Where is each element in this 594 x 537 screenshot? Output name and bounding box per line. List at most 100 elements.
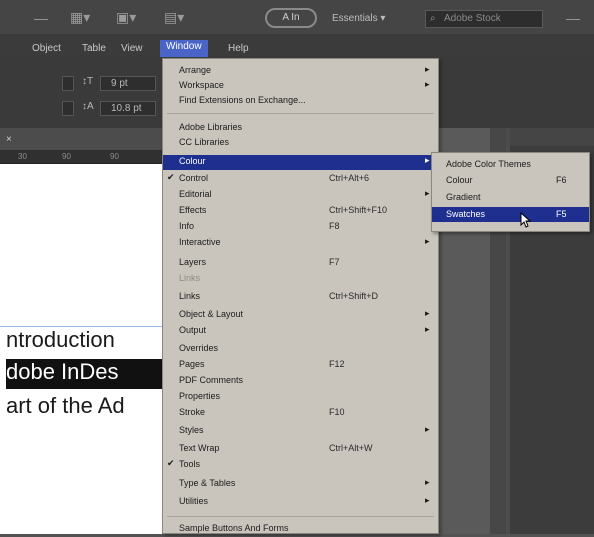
screen-mode-icon[interactable]: ▤▾ xyxy=(164,9,184,26)
menu-item-label: Properties xyxy=(179,391,221,401)
submenu-item-adobe-color-themes[interactable]: Adobe Color Themes xyxy=(432,157,589,172)
workspace-label: Essentials xyxy=(332,13,378,24)
menu-item-shortcut: F7 xyxy=(329,257,340,267)
menu-item-label: Links xyxy=(179,273,201,283)
menu-item-editorial[interactable]: Editorial ▸ xyxy=(163,188,438,203)
leading-dropdown[interactable] xyxy=(62,101,74,116)
menu-item-shortcut: Ctrl+Shift+F10 xyxy=(329,205,388,215)
ruler-tick-label: 90 xyxy=(62,152,71,161)
menu-view[interactable]: View xyxy=(121,43,143,54)
submenu-item-label: Adobe Color Themes xyxy=(446,159,531,169)
panel-close-icon[interactable]: × xyxy=(6,134,12,145)
menu-item-layers[interactable]: Layers F7 xyxy=(163,256,438,271)
menu-item-label: Stroke xyxy=(179,407,206,417)
zoom-level-icon[interactable]: ▣▾ xyxy=(116,9,136,26)
menu-item-label: PDF Comments xyxy=(179,375,244,385)
menu-item-adobe-libraries[interactable]: Adobe Libraries xyxy=(163,121,438,136)
panel-dock-header[interactable] xyxy=(510,128,594,146)
submenu-arrow-icon: ▸ xyxy=(425,79,430,89)
submenu-arrow-icon: ▸ xyxy=(425,495,430,505)
menu-item-label: Find Extensions on Exchange... xyxy=(179,95,306,105)
submenu-item-label: Gradient xyxy=(446,192,481,202)
menu-separator xyxy=(167,113,434,114)
stock-search-input[interactable]: ⌕ Adobe Stock xyxy=(425,10,543,28)
menu-item-label: Arrange xyxy=(179,65,212,75)
menu-item-label: Links xyxy=(179,291,201,301)
menu-item-text-wrap[interactable]: Text Wrap Ctrl+Alt+W xyxy=(163,442,438,457)
leading-field[interactable]: 10.8 pt xyxy=(100,101,156,116)
menu-window[interactable]: Window xyxy=(160,40,208,57)
menu-item-object-layout[interactable]: Object & Layout ▸ xyxy=(163,308,438,323)
leading-icon: ↕A xyxy=(82,101,94,112)
menu-object[interactable]: Object xyxy=(32,43,61,54)
menu-item-shortcut: Ctrl+Shift+D xyxy=(329,291,379,301)
menu-item-label: Object & Layout xyxy=(179,309,244,319)
menu-item-properties[interactable]: Properties xyxy=(163,390,438,405)
selected-text-line[interactable]: dobe InDes xyxy=(6,359,165,389)
menu-item-output[interactable]: Output ▸ xyxy=(163,324,438,339)
search-icon: ⌕ xyxy=(430,13,436,24)
minimize-window-icon[interactable]: — xyxy=(566,10,580,26)
menu-item-arrange[interactable]: Arrange ▸ xyxy=(163,64,438,79)
menu-separator xyxy=(167,516,434,517)
leading-value: 10.8 pt xyxy=(111,103,142,114)
submenu-item-shortcut: F5 xyxy=(556,209,567,219)
stock-search-placeholder: Adobe Stock xyxy=(444,13,501,24)
menu-help[interactable]: Help xyxy=(228,43,249,54)
font-size-field[interactable]: 9 pt xyxy=(100,76,156,91)
menu-item-label: Text Wrap xyxy=(179,443,220,453)
menu-item-shortcut: Ctrl+Alt+6 xyxy=(329,173,370,183)
submenu-arrow-icon: ▸ xyxy=(425,477,430,487)
submenu-item-swatches[interactable]: Swatches F5 xyxy=(432,207,589,222)
menu-item-label: Type & Tables xyxy=(179,478,236,488)
menu-item-pages[interactable]: Pages F12 xyxy=(163,358,438,373)
mouse-cursor-icon xyxy=(520,212,532,228)
menu-item-label: Layers xyxy=(179,257,207,267)
menu-item-disabled: Links xyxy=(163,272,438,287)
submenu-item-label: Swatches xyxy=(446,209,486,219)
submenu-arrow-icon: ▸ xyxy=(425,64,430,74)
menu-item-colour[interactable]: Colour ▸ xyxy=(163,155,438,170)
menu-item-label: Output xyxy=(179,325,207,335)
menu-item-links[interactable]: Links Ctrl+Shift+D xyxy=(163,290,438,305)
checkmark-icon: ✔ xyxy=(167,458,175,468)
share-pill-button[interactable]: A In xyxy=(265,8,317,28)
submenu-item-colour[interactable]: Colour F6 xyxy=(432,173,589,188)
menu-table[interactable]: Table xyxy=(82,43,106,54)
document-text-line[interactable]: ntroduction xyxy=(6,327,165,355)
submenu-item-gradient[interactable]: Gradient xyxy=(432,190,589,205)
menu-item-tools[interactable]: ✔ Tools xyxy=(163,458,438,473)
font-size-dropdown[interactable] xyxy=(62,76,74,91)
menu-item-sample-buttons[interactable]: Sample Buttons And Forms xyxy=(163,522,438,537)
document-text-line[interactable]: art of the Ad xyxy=(6,393,165,421)
menu-item-label: Interactive xyxy=(179,237,221,247)
menu-item-overrides[interactable]: Overrides xyxy=(163,342,438,357)
menu-item-effects[interactable]: Effects Ctrl+Shift+F10 xyxy=(163,204,438,219)
menu-item-shortcut: F8 xyxy=(329,221,340,231)
minimize-app-icon[interactable]: — xyxy=(34,10,48,26)
menu-item-pdf-comments[interactable]: PDF Comments xyxy=(163,374,438,389)
ruler-tick-label: 30 xyxy=(18,152,27,161)
submenu-arrow-icon: ▸ xyxy=(425,424,430,434)
menu-item-control[interactable]: ✔ Control Ctrl+Alt+6 xyxy=(163,172,438,187)
menu-item-type-tables[interactable]: Type & Tables ▸ xyxy=(163,477,438,492)
menu-item-utilities[interactable]: Utilities ▸ xyxy=(163,495,438,510)
workspace-switcher[interactable]: Essentials ▾ xyxy=(332,13,385,24)
menu-item-cc-libraries[interactable]: CC Libraries xyxy=(163,136,438,151)
menu-item-stroke[interactable]: Stroke F10 xyxy=(163,406,438,421)
checkmark-icon: ✔ xyxy=(167,172,175,182)
menu-item-label: Sample Buttons And Forms xyxy=(179,523,289,533)
chevron-down-icon: ▾ xyxy=(380,13,386,24)
menu-item-info[interactable]: Info F8 xyxy=(163,220,438,235)
menu-item-label: CC Libraries xyxy=(179,137,230,147)
menu-item-interactive[interactable]: Interactive ▸ xyxy=(163,236,438,251)
menu-item-workspace[interactable]: Workspace ▸ xyxy=(163,79,438,94)
window-menu-dropdown: Arrange ▸ Workspace ▸ Find Extensions on E… xyxy=(162,58,439,534)
bridge-icon[interactable]: ▦▾ xyxy=(70,9,90,26)
ruler-tick-label: 90 xyxy=(110,152,119,161)
submenu-item-label: Colour xyxy=(446,175,473,185)
menu-item-find-extensions[interactable]: Find Extensions on Exchange... xyxy=(163,94,438,109)
menu-item-styles[interactable]: Styles ▸ xyxy=(163,424,438,439)
submenu-arrow-icon: ▸ xyxy=(425,188,430,198)
menu-item-label: Editorial xyxy=(179,189,212,199)
